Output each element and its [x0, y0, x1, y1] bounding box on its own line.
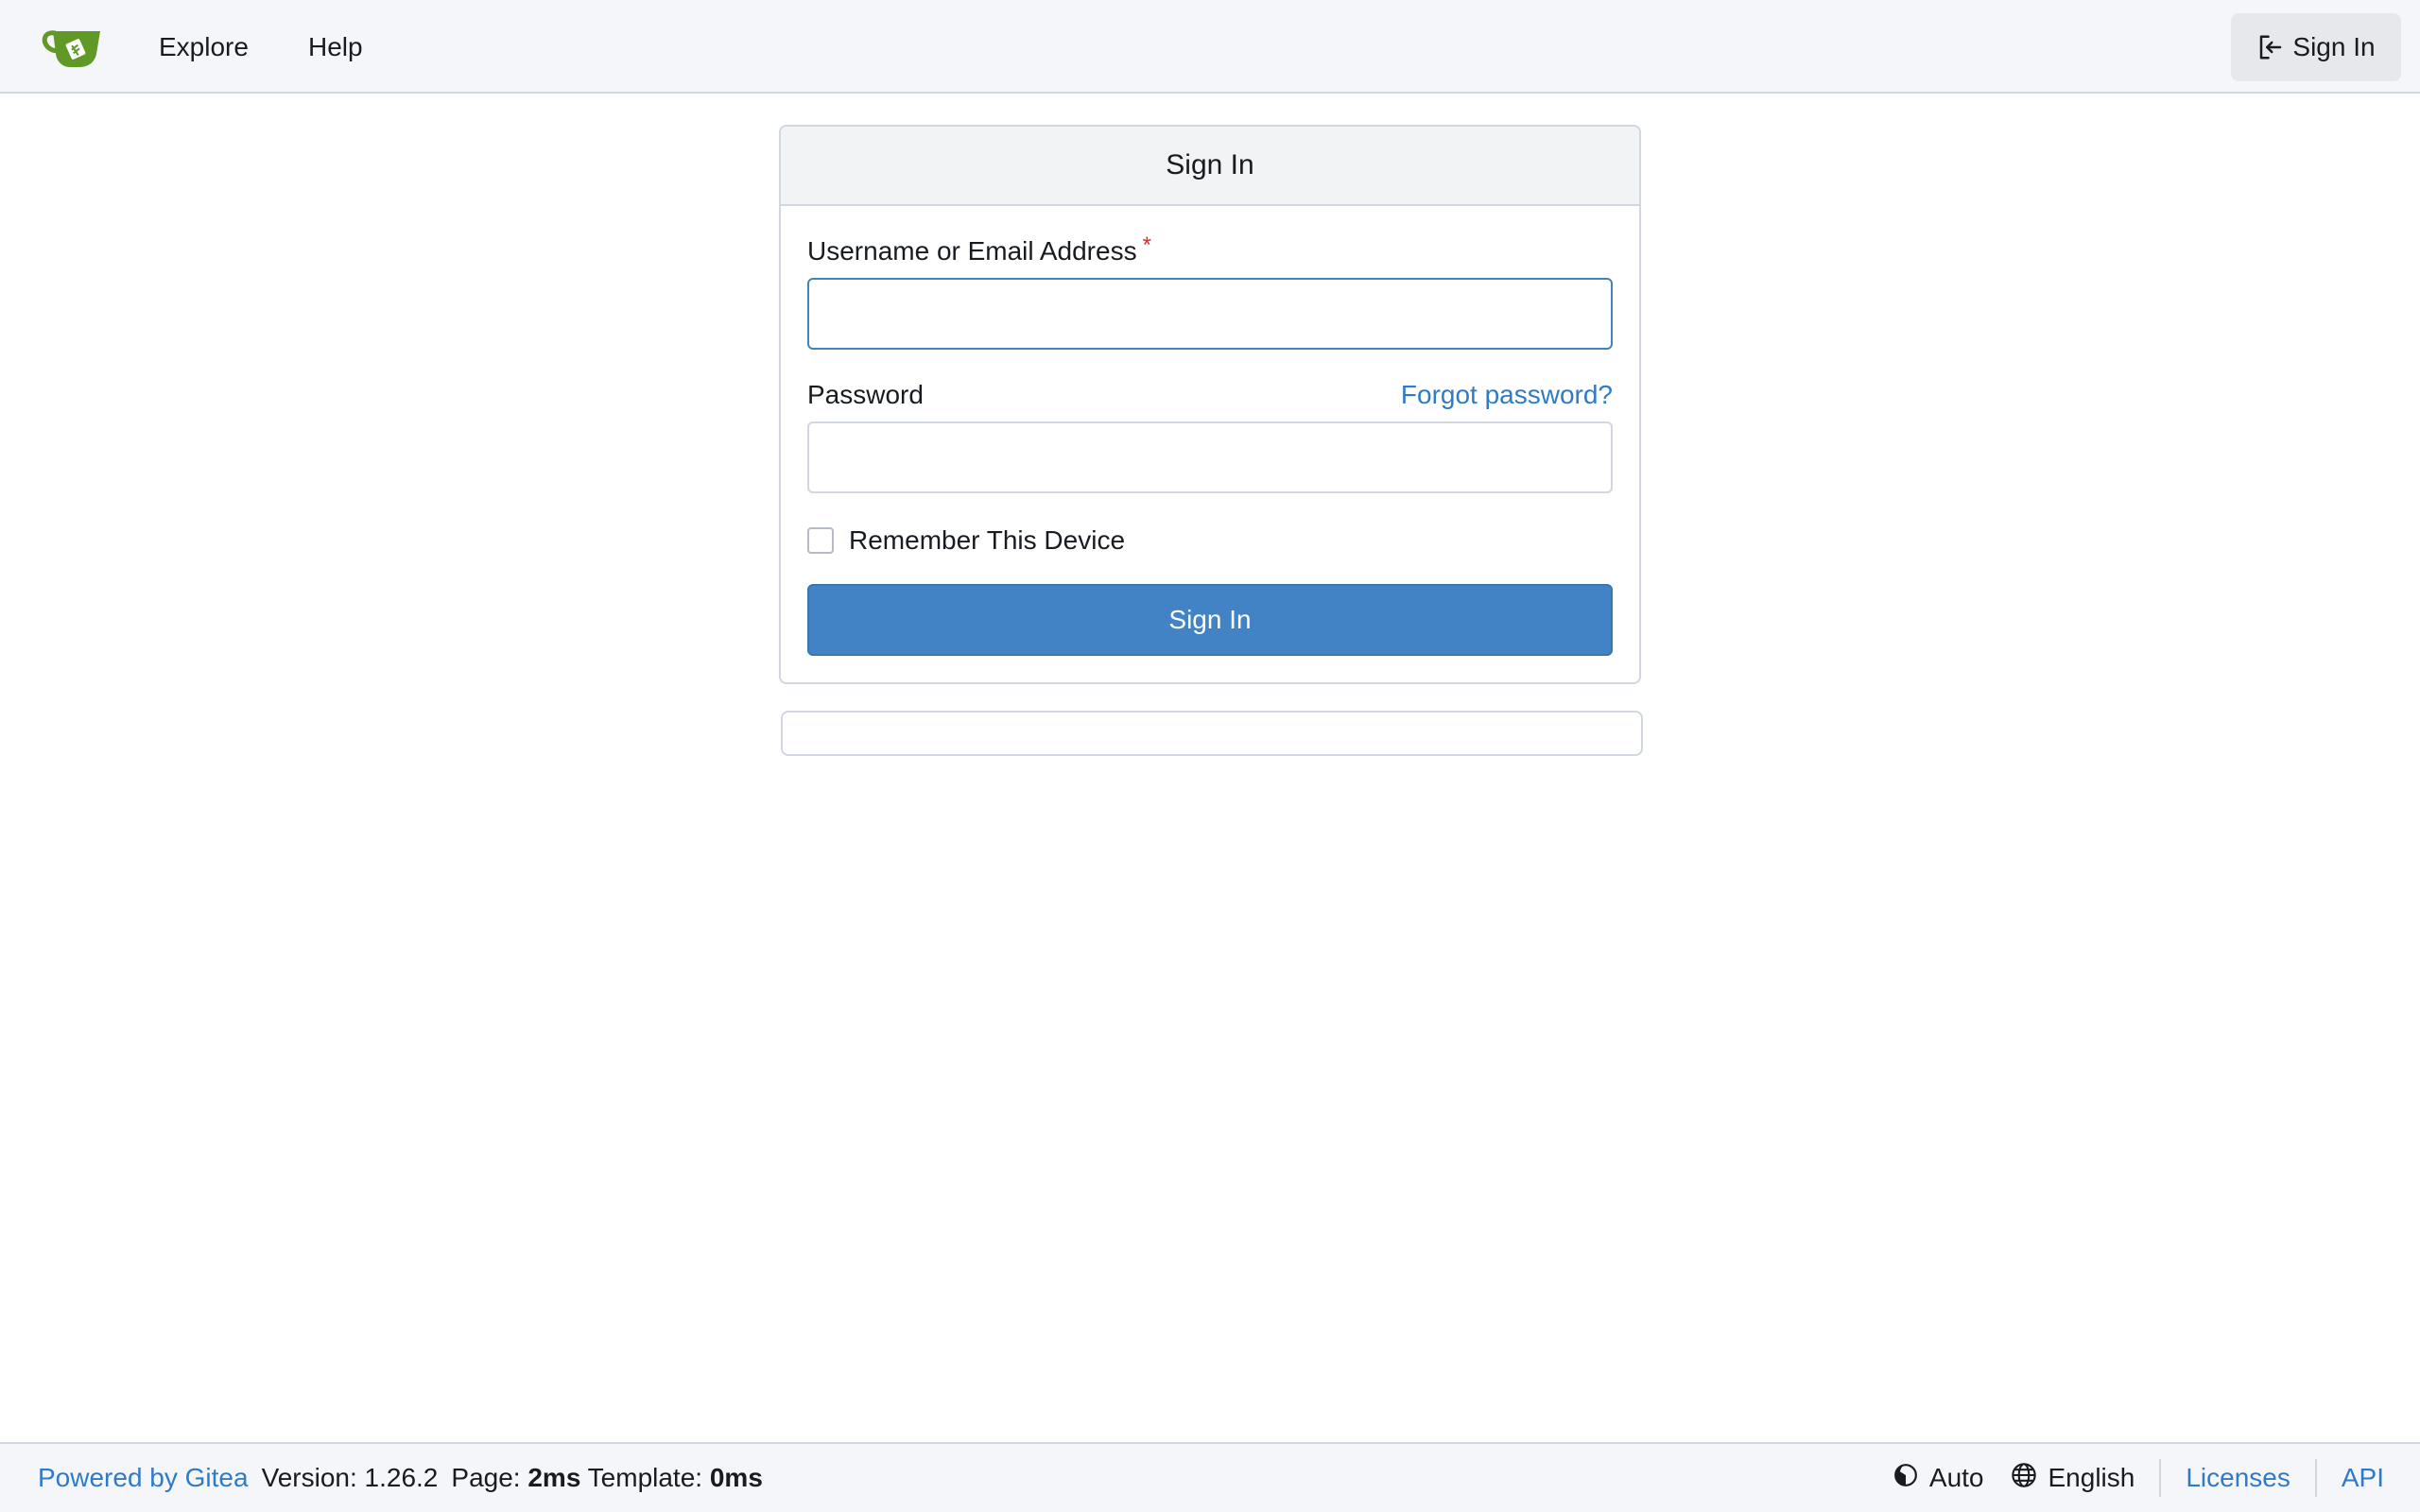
remember-device-option[interactable]: Remember This Device — [807, 525, 1125, 556]
globe-icon — [2011, 1462, 2037, 1495]
footer-divider — [2159, 1459, 2162, 1497]
username-label-text: Username or Email Address — [807, 236, 1137, 266]
sign-in-icon — [2256, 33, 2285, 61]
language-label: English — [2048, 1463, 2135, 1492]
sign-in-form: Sign In Username or Email Address * Passw… — [779, 125, 1641, 684]
theme-contrast-icon — [1893, 1463, 1918, 1494]
nav-help-link[interactable]: Help — [308, 28, 363, 66]
sign-in-form-title: Sign In — [781, 127, 1639, 206]
nav-explore-link[interactable]: Explore — [159, 28, 249, 66]
theme-selector[interactable]: Auto — [1893, 1463, 1984, 1494]
language-selector[interactable]: English — [2011, 1462, 2135, 1495]
sign-in-submit-button[interactable]: Sign In — [807, 584, 1613, 656]
theme-label: Auto — [1928, 1463, 1984, 1492]
top-navbar: Explore Help Sign In — [0, 0, 2420, 94]
username-input[interactable] — [807, 278, 1613, 350]
page-time-label: Page: — [451, 1463, 521, 1492]
version-value: 1.26.2 — [364, 1463, 439, 1492]
forgot-password-link[interactable]: Forgot password? — [1401, 380, 1613, 410]
required-marker: * — [1142, 232, 1151, 258]
remember-device-checkbox[interactable] — [807, 527, 834, 554]
username-label: Username or Email Address * — [807, 232, 1151, 266]
footer-divider — [2314, 1459, 2317, 1497]
licenses-link[interactable]: Licenses — [2186, 1463, 2290, 1493]
nav-sign-in-button[interactable]: Sign In — [2231, 13, 2401, 81]
password-label: Password — [807, 380, 924, 409]
page-footer: Powered by Gitea Version: 1.26.2 Page: 2ms… — [0, 1442, 2420, 1512]
footer-info: Powered by Gitea Version: 1.26.2 Page: 2ms… — [38, 1461, 763, 1495]
powered-by-gitea-link[interactable]: Powered by Gitea — [38, 1463, 249, 1492]
page-time-value: 2ms — [527, 1463, 581, 1492]
gitea-logo-icon[interactable] — [42, 26, 102, 69]
nav-sign-in-label: Sign In — [2292, 32, 2376, 61]
version-label: Version: — [261, 1463, 357, 1492]
template-time-value: 0ms — [709, 1463, 763, 1492]
remember-device-label[interactable]: Remember This Device — [849, 525, 1125, 556]
empty-panel — [781, 711, 1643, 756]
footer-actions: Auto English Licenses API — [1893, 1459, 2384, 1497]
template-time-label: Template: — [587, 1463, 703, 1492]
api-link[interactable]: API — [2342, 1463, 2384, 1493]
password-input[interactable] — [807, 421, 1613, 493]
